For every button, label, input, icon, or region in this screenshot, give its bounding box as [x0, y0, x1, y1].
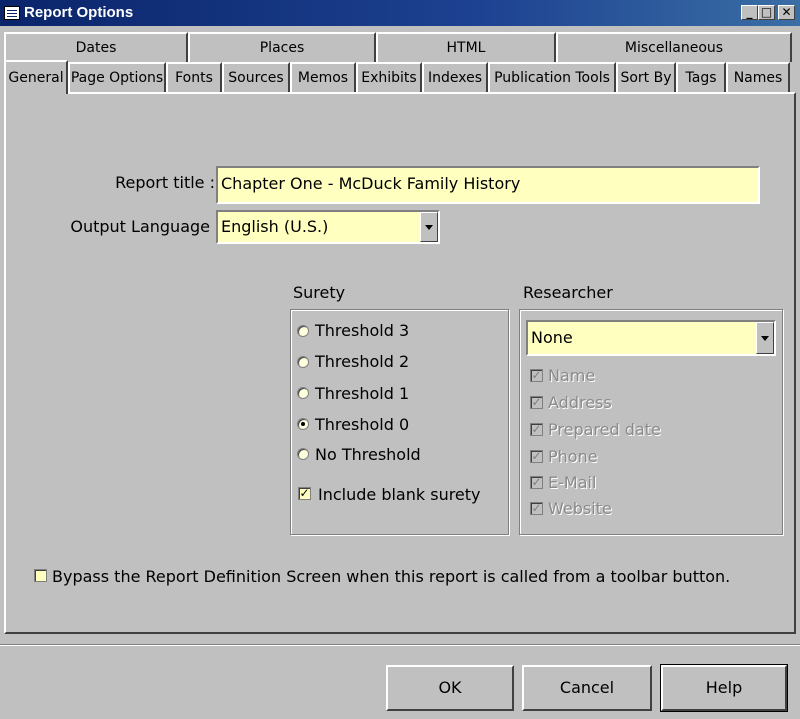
threshold-3-radio[interactable] [297, 325, 309, 337]
tab-exhibits[interactable]: Exhibits [356, 62, 422, 92]
ok-button[interactable]: OK [386, 665, 514, 711]
report-options-window: Report Options _ □ ✕ Dates Places HTML M… [0, 0, 800, 719]
report-title-input[interactable]: Chapter One - McDuck Family History [216, 166, 760, 204]
tab-places[interactable]: Places [188, 32, 376, 62]
tab-indexes[interactable]: Indexes [422, 62, 488, 92]
researcher-dropdown-icon[interactable] [756, 322, 774, 354]
tab-tags[interactable]: Tags [676, 62, 726, 92]
window-title: Report Options [24, 4, 134, 21]
cancel-button[interactable]: Cancel [522, 665, 652, 711]
tab-sources[interactable]: Sources [222, 62, 290, 92]
no-threshold-radio[interactable] [297, 448, 309, 460]
output-language-dropdown-icon[interactable] [420, 212, 438, 242]
threshold-0-label: Threshold 0 [315, 415, 410, 434]
help-button[interactable]: Help [660, 664, 788, 712]
threshold-3-label: Threshold 3 [315, 321, 410, 340]
researcher-address-label: Address [548, 393, 612, 412]
researcher-website-checkbox: ✓ [530, 501, 543, 515]
no-threshold-label: No Threshold [315, 445, 421, 464]
researcher-website-label: Website [548, 499, 612, 518]
tab-memos[interactable]: Memos [290, 62, 356, 92]
report-window-icon [4, 6, 20, 20]
threshold-1-radio[interactable] [297, 387, 309, 399]
tab-page-options[interactable]: Page Options [68, 62, 166, 92]
researcher-label: Researcher [523, 283, 613, 302]
threshold-2-label: Threshold 2 [315, 352, 410, 371]
tab-dates[interactable]: Dates [4, 32, 188, 62]
threshold-0-radio[interactable] [297, 418, 309, 430]
close-button[interactable]: ✕ [778, 5, 795, 20]
tab-publication-tools[interactable]: Publication Tools [488, 62, 616, 92]
researcher-prepared-date-checkbox: ✓ [530, 422, 543, 436]
bypass-report-definition-label: Bypass the Report Definition Screen when… [52, 567, 731, 586]
researcher-value: None [531, 328, 573, 347]
surety-label: Surety [293, 283, 346, 302]
researcher-phone-label: Phone [548, 447, 598, 466]
tab-fonts[interactable]: Fonts [166, 62, 222, 92]
output-language-label: Output Language [70, 217, 210, 236]
researcher-email-label: E-Mail [548, 473, 597, 492]
title-bar[interactable]: Report Options _ □ ✕ [0, 0, 800, 26]
researcher-name-checkbox: ✓ [530, 368, 543, 382]
threshold-2-radio[interactable] [297, 356, 309, 368]
researcher-name-label: Name [548, 366, 596, 385]
threshold-1-label: Threshold 1 [315, 384, 410, 403]
researcher-select[interactable]: None [526, 320, 776, 356]
minimize-button[interactable]: _ [741, 5, 758, 20]
researcher-email-checkbox: ✓ [530, 475, 543, 489]
output-language-select[interactable]: English (U.S.) [216, 210, 440, 244]
researcher-prepared-date-label: Prepared date [548, 420, 661, 439]
researcher-phone-checkbox: ✓ [530, 449, 543, 463]
include-blank-surety-label: Include blank surety [318, 485, 481, 504]
tab-miscellaneous[interactable]: Miscellaneous [556, 32, 792, 62]
bypass-report-definition-checkbox[interactable] [34, 569, 47, 582]
maximize-button[interactable]: □ [758, 5, 775, 20]
tab-names[interactable]: Names [726, 62, 790, 92]
output-language-value: English (U.S.) [221, 217, 329, 236]
footer-divider [0, 644, 800, 646]
tab-sort-by[interactable]: Sort By [616, 62, 676, 92]
include-blank-surety-checkbox[interactable]: ✓ [298, 487, 311, 500]
report-title-label: Report title : [115, 173, 215, 192]
tab-html[interactable]: HTML [376, 32, 556, 62]
tab-general[interactable]: General [4, 60, 68, 94]
researcher-address-checkbox: ✓ [530, 395, 543, 409]
